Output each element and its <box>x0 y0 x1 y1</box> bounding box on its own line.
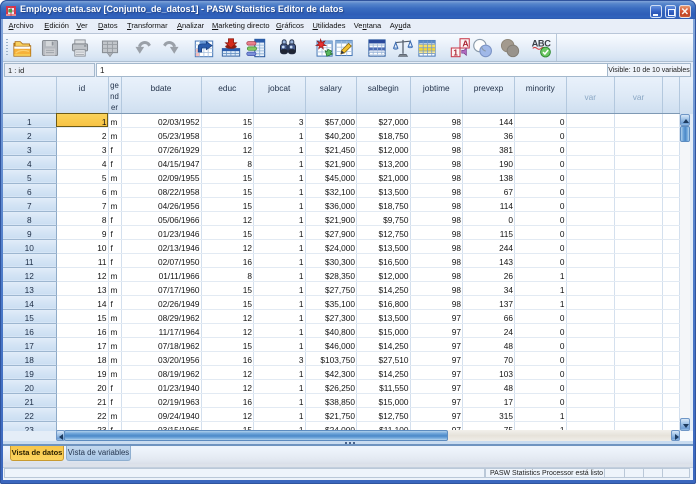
svg-text:1: 1 <box>453 48 458 57</box>
svg-text:A: A <box>462 39 469 49</box>
svg-text:ABC: ABC <box>531 38 551 48</box>
